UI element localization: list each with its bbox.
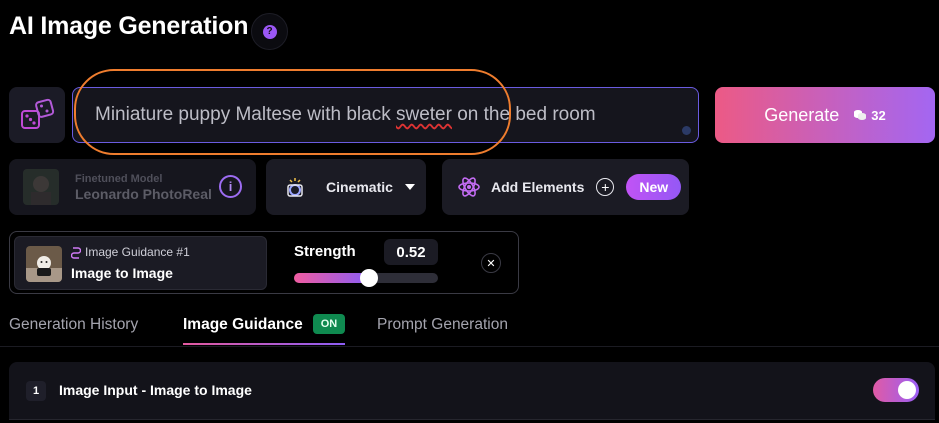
chevron-down-icon <box>404 184 415 190</box>
guidance-image-item[interactable]: Image Guidance #1 Image to Image <box>14 236 267 290</box>
new-badge: New <box>626 174 682 200</box>
help-button[interactable]: ? <box>251 13 288 50</box>
strength-slider-handle[interactable] <box>359 269 378 287</box>
tab-prompt-generation[interactable]: Prompt Generation <box>377 316 508 334</box>
page-title: AI Image Generation <box>9 12 249 40</box>
token-cost: 32 <box>853 108 886 123</box>
strength-label: Strength <box>294 243 356 260</box>
style-label: Cinematic <box>326 179 393 195</box>
generate-button[interactable]: Generate 32 <box>715 87 935 143</box>
guidance-thumbnail <box>26 246 62 282</box>
tab-image-guidance[interactable]: Image Guidance <box>183 316 303 334</box>
step-number: 1 <box>26 381 46 401</box>
prompt-text: Miniature puppy Maltese with black swete… <box>95 104 596 125</box>
guidance-mode: Image to Image <box>71 265 173 281</box>
strength-value[interactable]: 0.52 <box>384 239 438 265</box>
grammar-indicator <box>682 126 691 135</box>
active-tab-indicator <box>183 343 345 345</box>
image-input-section: 1 Image Input - Image to Image <box>9 362 935 420</box>
camera-icon <box>287 178 303 197</box>
prompt-input[interactable]: Miniature puppy Maltese with black swete… <box>72 87 699 143</box>
tabs-divider <box>0 346 939 347</box>
image-input-toggle[interactable] <box>873 378 919 402</box>
misspelled-word: sweter <box>395 104 452 125</box>
plus-icon: + <box>596 178 615 196</box>
link-icon <box>71 246 81 259</box>
toggle-knob <box>898 381 916 399</box>
add-elements-label: Add Elements <box>491 179 585 195</box>
close-icon: ✕ <box>486 257 496 270</box>
question-icon: ? <box>262 24 277 39</box>
dice-icon <box>21 98 55 129</box>
add-elements-button[interactable]: Add Elements + New <box>442 159 689 215</box>
model-selector[interactable]: Finetuned Model Leonardo PhotoReal i <box>9 159 256 215</box>
guidance-caption: Image Guidance #1 <box>71 245 190 259</box>
guidance-on-badge: ON <box>313 314 345 334</box>
strength-slider[interactable] <box>294 269 438 287</box>
model-caption: Finetuned Model <box>75 172 163 185</box>
info-icon[interactable]: i <box>219 175 242 198</box>
strength-slider-fill <box>294 273 369 283</box>
tab-generation-history[interactable]: Generation History <box>9 316 138 334</box>
style-dropdown[interactable]: Cinematic <box>266 159 426 215</box>
atom-icon <box>458 177 480 197</box>
random-prompt-button[interactable] <box>9 87 65 143</box>
image-guidance-card: Image Guidance #1 Image to Image Strengt… <box>9 231 519 294</box>
coins-icon <box>854 110 867 120</box>
remove-guidance-button[interactable]: ✕ <box>481 253 501 273</box>
step-label: Image Input - Image to Image <box>59 382 252 398</box>
generate-label: Generate <box>764 104 840 125</box>
model-name: Leonardo PhotoReal <box>75 185 212 202</box>
model-thumbnail <box>23 169 59 205</box>
